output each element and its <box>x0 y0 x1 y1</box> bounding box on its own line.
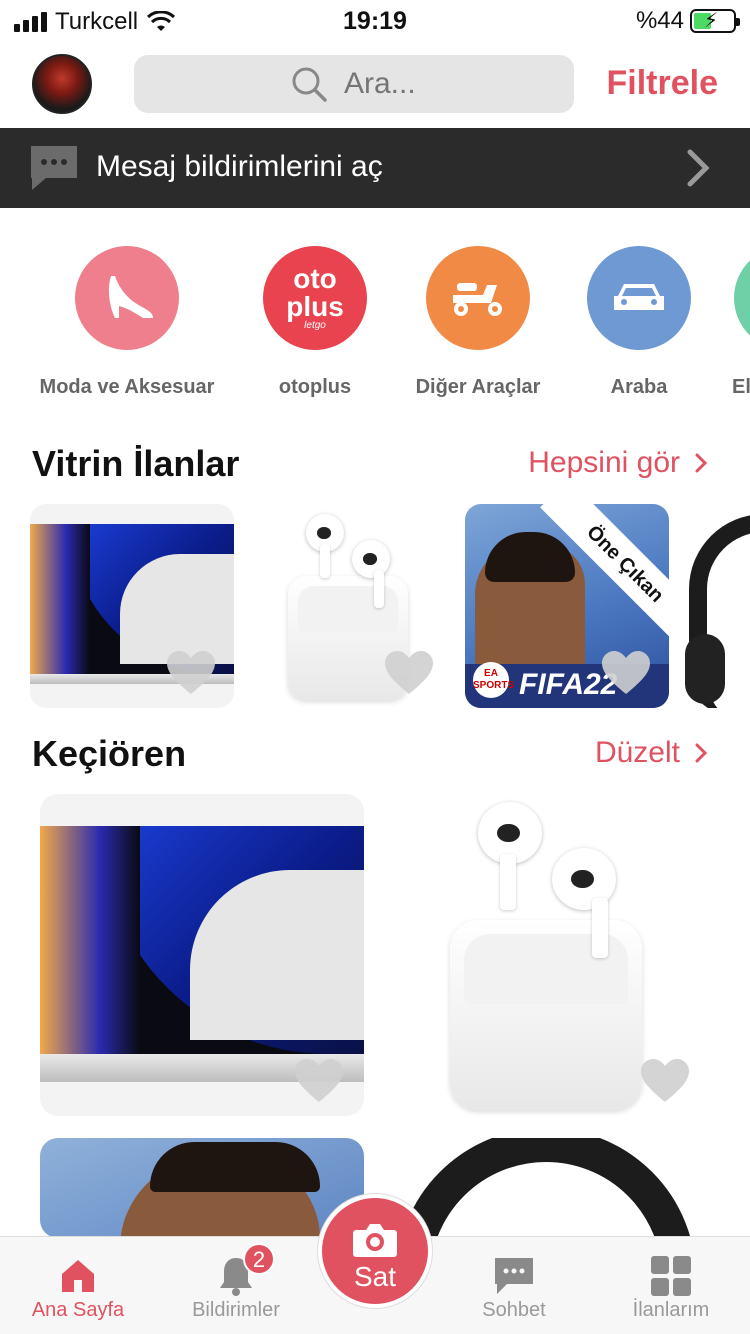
category-label: otoplus <box>278 376 352 398</box>
vitrin-card-fifa[interactable]: EA SPORTS FIFA22 Öne Çıkan <box>465 504 669 708</box>
listing-card-airpods[interactable] <box>386 794 710 1116</box>
tab-label: Ana Sayfa <box>31 1299 125 1321</box>
high-heel-icon <box>75 246 179 350</box>
ea-sports-logo: EA SPORTS <box>473 662 514 698</box>
status-bar: Turkcell 19:19 %44 ⚡ <box>0 0 750 40</box>
favorite-heart-icon[interactable] <box>384 650 434 696</box>
otoplus-logo-bottom: plus <box>286 291 344 322</box>
battery-icon: ⚡ <box>690 9 740 33</box>
category-label: Moda ve Aksesuar <box>39 376 215 398</box>
category-label: El <box>732 376 750 398</box>
search-icon <box>292 67 327 102</box>
favorite-heart-icon[interactable] <box>294 1058 344 1104</box>
vitrin-card-macbook[interactable] <box>30 504 234 708</box>
chat-icon <box>31 146 77 190</box>
tab-label: İlanlarım <box>632 1299 710 1321</box>
top-bar: Filtrele <box>0 52 750 116</box>
listing-card-macbook[interactable] <box>40 794 364 1116</box>
notification-banner[interactable]: Mesaj bildirimlerini aç <box>0 128 750 208</box>
tab-label: Sohbet <box>482 1299 546 1321</box>
search-input[interactable] <box>344 67 544 101</box>
electronics-icon <box>734 246 750 350</box>
category-diger-araclar[interactable]: Diğer Araçlar <box>388 246 568 399</box>
chat-icon <box>495 1258 533 1294</box>
category-otoplus[interactable]: oto plus letgo otoplus <box>225 246 405 399</box>
tab-label: Bildirimler <box>192 1299 280 1321</box>
listing-card-fifa[interactable] <box>40 1138 364 1238</box>
sell-button[interactable]: Sat <box>318 1194 432 1308</box>
chevron-right-icon <box>695 743 708 763</box>
category-moda[interactable]: Moda ve Aksesuar <box>37 246 217 399</box>
listing-card-headphones[interactable] <box>386 1138 710 1238</box>
grid-icon <box>651 1256 691 1296</box>
sell-label: Sat <box>353 1261 397 1292</box>
category-elektronik[interactable]: El <box>694 246 750 399</box>
battery-percent: %44 <box>635 7 684 34</box>
chevron-right-icon <box>687 149 710 187</box>
favorite-heart-icon[interactable] <box>166 650 216 696</box>
tab-home[interactable]: Ana Sayfa <box>3 1253 153 1322</box>
vitrin-title: Vitrin İlanlar <box>32 443 240 484</box>
edit-location-label: Düzelt <box>594 736 680 769</box>
category-label: Diğer Araçlar <box>415 376 541 398</box>
search-bar[interactable] <box>134 55 574 113</box>
tab-notifications[interactable]: 2 Bildirimler <box>161 1243 311 1322</box>
tab-chat[interactable]: Sohbet <box>439 1253 589 1322</box>
avatar[interactable] <box>32 54 92 114</box>
otoplus-logo-top: oto <box>293 263 337 294</box>
otoplus-logo-small: letgo <box>304 320 326 331</box>
vitrin-card-airpods[interactable] <box>248 504 452 708</box>
car-icon <box>587 246 691 350</box>
favorite-heart-icon[interactable] <box>601 650 651 696</box>
edit-location-link[interactable]: Düzelt <box>595 736 708 770</box>
see-all-link[interactable]: Hepsini gör <box>528 446 708 480</box>
home-icon <box>62 1260 94 1292</box>
filter-button[interactable]: Filtrele <box>607 64 718 103</box>
category-carousel: Moda ve Aksesuar oto plus letgo otoplus … <box>0 246 750 406</box>
notification-badge: 2 <box>243 1243 275 1275</box>
camera-icon <box>353 1224 397 1257</box>
banner-text: Mesaj bildirimlerini aç <box>96 150 383 183</box>
tab-my-listings[interactable]: İlanlarım <box>596 1253 746 1322</box>
favorite-heart-icon[interactable] <box>640 1058 690 1104</box>
macbook-image <box>40 826 364 1054</box>
chevron-right-icon <box>695 453 708 473</box>
otoplus-logo: oto plus letgo <box>263 246 367 350</box>
scooter-icon <box>426 246 530 350</box>
see-all-label: Hepsini gör <box>528 446 680 479</box>
location-title: Keçiören <box>32 733 187 774</box>
vitrin-card-headphones[interactable] <box>683 504 750 708</box>
